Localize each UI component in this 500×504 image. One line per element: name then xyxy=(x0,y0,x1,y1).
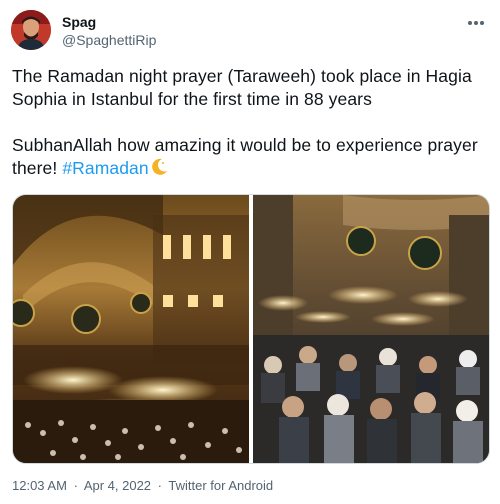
photo-hagia-sophia-dome[interactable] xyxy=(13,195,249,463)
tweet-paragraph-1: The Ramadan night prayer (Taraweeh) took… xyxy=(12,66,472,109)
tweet-paragraph-2: SubhanAllah how amazing it would be to e… xyxy=(12,134,488,180)
tweet-date[interactable]: Apr 4, 2022 xyxy=(84,478,151,493)
author-info[interactable]: Spag @SpaghettiRip xyxy=(62,14,156,49)
user-handle[interactable]: @SpaghettiRip xyxy=(62,31,156,49)
media-grid xyxy=(12,194,490,464)
display-name[interactable]: Spag xyxy=(62,14,156,31)
tweet-source[interactable]: Twitter for Android xyxy=(168,478,273,493)
more-options-icon[interactable] xyxy=(467,12,487,26)
photo-worshippers[interactable] xyxy=(253,195,489,463)
tweet-header: Spag @SpaghettiRip xyxy=(11,10,489,54)
tweet-text: The Ramadan night prayer (Taraweeh) took… xyxy=(12,65,488,180)
tweet-time[interactable]: 12:03 AM xyxy=(12,478,67,493)
tweet-card[interactable]: Spag @SpaghettiRip The Ramadan night pra… xyxy=(0,0,500,504)
crescent-moon-emoji xyxy=(151,158,167,175)
avatar[interactable] xyxy=(11,10,51,50)
hashtag-link[interactable]: #Ramadan xyxy=(62,158,148,178)
footer-separator: · xyxy=(73,478,78,493)
footer-separator: · xyxy=(157,478,162,493)
tweet-footer: 12:03 AM · Apr 4, 2022 · Twitter for And… xyxy=(12,478,276,493)
